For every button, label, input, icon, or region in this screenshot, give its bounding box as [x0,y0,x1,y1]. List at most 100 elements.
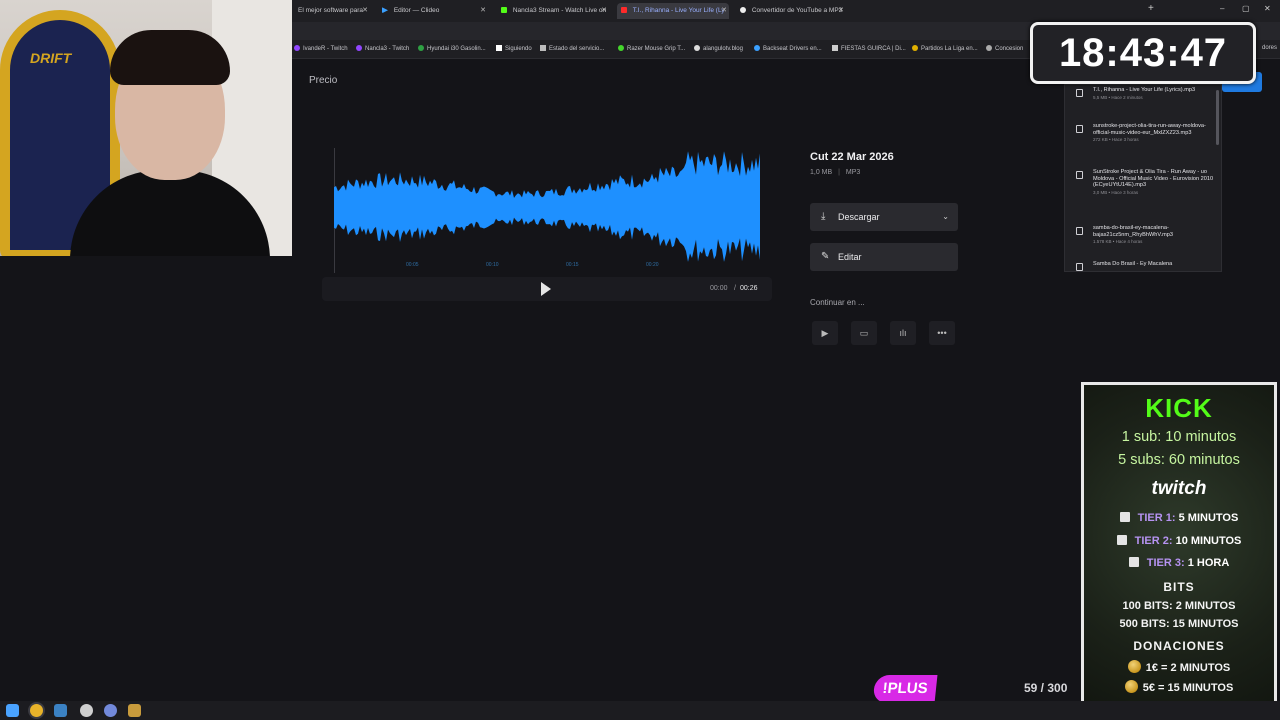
donation-rule: 1€ = 2 MINUTOS [1084,660,1274,674]
bookmark-concesion[interactable]: Concesion [986,45,1023,52]
video-editor-icon[interactable]: ▶ [812,321,838,345]
bookmark-estado[interactable]: Estado del servicio... [540,45,604,52]
bookmark-alangulotv[interactable]: alangulotv.blog [694,45,743,52]
edit-button[interactable]: ✎ Editar [810,243,958,271]
download-name: T.I., Rihanna - Live Your Life (Lyrics).… [1093,87,1196,93]
windows-start-icon[interactable] [6,704,19,717]
stream-clock: 18:43:47 [1030,22,1256,84]
bookmark-laliga[interactable]: Partidos La Liga en... [912,45,978,52]
download-name: SunStroke Project & Olia Tira - Run Away… [1093,169,1214,189]
download-info: 1.578 KB • Hace 4 horas [1093,239,1143,245]
bookmark-icon [540,45,546,51]
plus-badge: !PLUS [872,675,938,703]
steam-icon[interactable] [54,704,67,717]
tab-nancla-kick[interactable]: Nancla3 Stream - Watch Live on ✕ [497,3,609,19]
tier-rule: TIER 2: 10 MINUTOS [1084,535,1274,547]
bookmark-nancla[interactable]: Nancla3 - Twitch [356,45,409,52]
chevron-down-icon[interactable]: ⌄ [942,203,949,231]
screen: El mejor software para ✕ Editor — Clideo… [0,0,1280,720]
bookmark-icon [418,45,424,51]
close-tab-icon[interactable]: ✕ [838,3,844,19]
bookmark-ivander[interactable]: IvandeR - Twitch [294,45,348,52]
tab-label: Editor — Clideo [393,7,440,14]
tab-youtube-mp3[interactable]: Convertidor de YouTube a MP3 ✕ [736,3,846,19]
close-tab-icon[interactable]: ✕ [601,3,607,19]
new-tab-button[interactable]: + [1148,3,1154,14]
webcam-feed: DRIFT [0,0,292,256]
browser-tab-bar: El mejor software para ✕ Editor — Clideo… [292,0,1280,22]
download-info: 272 KB • Hace 3 horas [1093,137,1139,143]
audio-editor-icon[interactable]: ılı [890,321,916,345]
globe-icon [694,45,700,51]
tab-clideo-editor[interactable]: Editor — Clideo ✕ [378,3,488,19]
twitch-icon [294,45,300,51]
waveform-ticks: 00:05 00:10 00:15 00:20 [334,262,760,270]
subtitles-icon[interactable]: ▭ [851,321,877,345]
coin-icon [1124,680,1138,693]
play-icon[interactable] [541,282,551,296]
bits-heading: BITS [1163,580,1195,594]
tab-live-your-life[interactable]: T.I., Rihanna - Live Your Life (Ly ✕ [617,3,729,19]
more-options-icon[interactable]: ••• [929,321,955,345]
taskbar [0,701,1280,720]
donations-heading: DONACIONES [1133,639,1225,653]
download-name: samba-do-brasil-ey-macalena-bajas21cz5nm… [1093,225,1174,238]
tab-software[interactable]: El mejor software para ✕ [294,3,370,19]
download-info: 5,5 MB • Hace 2 minutos [1093,94,1143,100]
file-icon [1076,263,1083,271]
file-icon [1076,89,1083,97]
download-icon: ⤓ [821,211,826,222]
minimize-button[interactable]: – [1220,4,1224,13]
download-button[interactable]: ⤓ Descargar ⌄ [810,203,958,231]
razer-icon [618,45,624,51]
bookmark-tail[interactable]: dores [1262,45,1277,51]
bookmark-siguiendo[interactable]: Siguiendo [496,45,532,52]
chair-logo: DRIFT [30,50,72,66]
download-label: Descargar [838,212,880,222]
download-info: 3,0 MB • Hace 3 horas [1093,189,1139,195]
file-title: Cut 22 Mar 2026 [810,151,894,163]
close-tab-icon[interactable]: ✕ [480,3,486,19]
clock-time: 18:43:47 [1058,31,1228,75]
file-icon [1076,227,1083,235]
tier-rule: TIER 3: 1 HORA [1084,557,1274,569]
close-tab-icon[interactable]: ✕ [721,3,727,19]
edit-label: Editar [838,252,862,262]
waveform-shape [334,151,760,262]
bits-rule: 500 BITS: 15 MINUTOS [1119,618,1239,630]
close-tab-icon[interactable]: ✕ [362,3,368,19]
maximize-button[interactable]: ▢ [1242,4,1250,13]
globe-icon [986,45,992,51]
subathon-panel: KICK 1 sub: 10 minutos 5 subs: 60 minuto… [1081,382,1277,718]
kick-rule: 1 sub: 10 minutos [1121,429,1237,445]
twitch-icon [1119,512,1130,522]
current-time: 00:00 [710,285,728,292]
twitch-icon [356,45,362,51]
obs-icon[interactable] [80,704,93,717]
tier-rule: TIER 1: 5 MINUTOS [1084,512,1274,524]
bookmark-razer[interactable]: Razer Mouse Grip T... [618,45,685,52]
waveform-tick: 00:15 [566,262,579,268]
coin-icon [1127,660,1141,673]
audio-waveform[interactable] [334,148,760,273]
converter-icon [740,7,746,14]
bookmark-fiestas[interactable]: FIESTAS GUIRCA | Di... [832,45,906,52]
chrome-icon[interactable] [30,704,43,717]
meta-separator: | [838,169,840,176]
tab-label: T.I., Rihanna - Live Your Life (Ly [632,7,725,14]
time-separator: / [734,285,736,292]
waveform-tick: 00:20 [646,262,659,268]
discord-icon[interactable] [104,704,117,717]
bookmark-icon [912,45,918,51]
close-window-button[interactable]: ✕ [1264,4,1271,13]
bookmark-hyundai[interactable]: Hyundai i30 Gasolin... [418,45,486,52]
file-icon [1076,125,1083,133]
downloads-scrollbar[interactable] [1216,90,1219,145]
file-size: 1,0 MB [810,169,833,176]
donation-rule: 5€ = 15 MINUTOS [1084,680,1274,694]
bookmark-backseat[interactable]: Backseat Drivers en... [754,45,822,52]
twitch-logo: twitch [1151,478,1207,499]
league-icon[interactable] [128,704,141,717]
waveform-tick: 00:05 [406,262,419,268]
twitch-icon [1116,535,1127,545]
